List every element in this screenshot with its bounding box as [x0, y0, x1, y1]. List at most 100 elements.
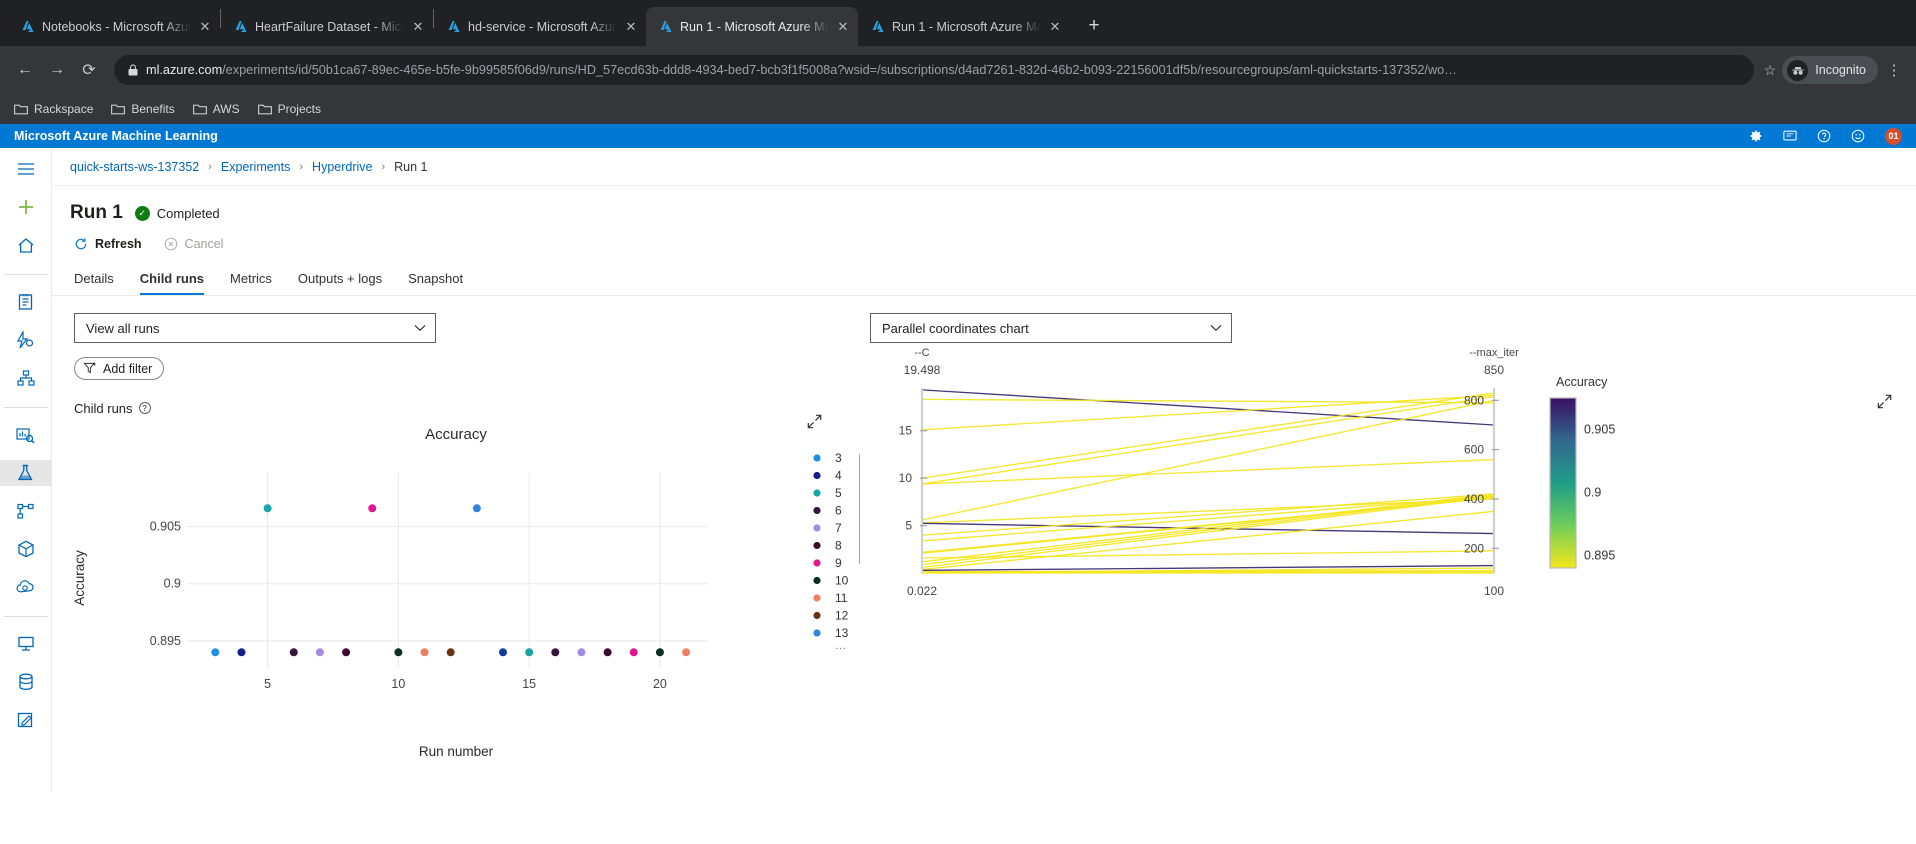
breadcrumb-separator: › — [381, 160, 386, 173]
tab-title: hd-service - Microsoft Azure M — [468, 19, 617, 34]
svg-text:15: 15 — [522, 677, 536, 691]
tab-close-icon[interactable]: ✕ — [411, 19, 425, 35]
azure-header-actions: 01 — [1749, 127, 1902, 145]
svg-text:12: 12 — [835, 608, 849, 622]
status-badge: ✓ Completed — [134, 205, 220, 221]
tab-details[interactable]: Details — [74, 271, 114, 295]
azure-favicon — [448, 21, 460, 32]
automated-ml-icon[interactable] — [0, 327, 52, 353]
cancel-button[interactable]: Cancel — [164, 237, 224, 251]
bookmark-item-2[interactable]: AWS — [192, 102, 240, 116]
tab-child-runs[interactable]: Child runs — [139, 271, 205, 295]
svg-text:0.905: 0.905 — [150, 519, 181, 533]
svg-text:20: 20 — [653, 677, 667, 691]
svg-text:0.895: 0.895 — [1584, 548, 1615, 562]
incognito-indicator[interactable]: Incognito — [1782, 56, 1878, 84]
browser-tab-2[interactable]: hd-service - Microsoft Azure M ✕ — [434, 7, 646, 46]
svg-text:400: 400 — [1464, 492, 1484, 506]
compute-monitor-icon[interactable] — [0, 631, 52, 657]
svg-text:19.498: 19.498 — [904, 363, 941, 377]
tab-snapshot[interactable]: Snapshot — [408, 271, 463, 295]
azure-favicon — [660, 21, 672, 32]
bookmark-item-3[interactable]: Projects — [257, 102, 321, 116]
chart-type-select[interactable]: Parallel coordinates chart — [870, 313, 1232, 343]
add-filter-button[interactable]: Add filter — [74, 357, 165, 380]
tab-close-icon[interactable]: ✕ — [1048, 19, 1062, 35]
bookmark-item-1[interactable]: Benefits — [111, 102, 175, 116]
svg-text:Accuracy: Accuracy — [1556, 375, 1608, 389]
cancel-label: Cancel — [184, 237, 224, 251]
charts-panes: View all runs Add filter Child runs ? Ac… — [52, 296, 1916, 759]
child-runs-section-label: Child runs ? — [74, 401, 860, 416]
help-icon[interactable] — [1817, 129, 1831, 143]
rail-divider — [3, 274, 48, 275]
new-item-plus-icon[interactable] — [0, 194, 52, 220]
svg-text:3: 3 — [835, 451, 842, 465]
new-tab-button[interactable]: + — [1079, 11, 1109, 41]
parallel-coordinates-svg[interactable]: --C 19.498 0.022 15 10 5 --max_iter 850 100 800 60… — [860, 343, 1916, 653]
models-cube-icon[interactable] — [0, 536, 52, 562]
tab-close-icon[interactable]: ✕ — [624, 19, 638, 35]
notebooks-icon[interactable] — [0, 289, 52, 315]
feedback-icon[interactable] — [1783, 129, 1797, 143]
left-pane: View all runs Add filter Child runs ? Ac… — [52, 296, 860, 759]
designer-icon[interactable] — [0, 365, 52, 391]
status-label: Completed — [156, 205, 220, 221]
reload-icon[interactable]: ⟳ — [74, 55, 104, 85]
main-content: quick-starts-ws-137352 › Experiments › H… — [52, 148, 1916, 792]
svg-text:--C: --C — [914, 347, 929, 359]
left-nav-rail — [0, 148, 52, 792]
help-icon[interactable]: ? — [138, 402, 151, 414]
bookmark-label: Benefits — [131, 102, 175, 116]
svg-text:0.9: 0.9 — [1584, 485, 1601, 499]
breadcrumb-hyperdrive[interactable]: Hyperdrive — [312, 160, 372, 174]
datasets-icon[interactable] — [0, 422, 52, 448]
hamburger-menu-icon[interactable] — [0, 156, 52, 182]
svg-text:4: 4 — [835, 468, 842, 482]
svg-text:--max_iter: --max_iter — [1469, 347, 1519, 359]
tab-close-icon[interactable]: ✕ — [198, 19, 212, 35]
svg-text:10: 10 — [391, 677, 405, 691]
parallel-coordinates-chart: --C 19.498 0.022 15 10 5 --max_iter 850 100 800 60… — [860, 343, 1916, 673]
browser-tab-1[interactable]: HeartFailure Dataset - Microso ✕ — [221, 7, 433, 46]
scatter-plot-svg[interactable]: 0.895 0.9 0.905 5 10 15 20 Accuracy 3 4 5 6 7 8 9 10 11 1… — [52, 443, 860, 743]
page-header: Run 1 ✓ Completed — [52, 186, 1916, 224]
status-check-icon: ✓ — [134, 205, 150, 221]
bookmark-item-0[interactable]: Rackspace — [14, 102, 93, 116]
tab-metrics[interactable]: Metrics — [230, 271, 272, 295]
folder-icon — [14, 104, 28, 115]
svg-text:0.9: 0.9 — [164, 576, 181, 590]
tab-outputs-logs[interactable]: Outputs + logs — [298, 271, 382, 295]
url-domain: ml.azure.com — [146, 63, 223, 77]
endpoints-icon[interactable] — [0, 574, 52, 600]
bookmark-star-icon[interactable]: ☆ — [1764, 62, 1777, 79]
forward-icon[interactable]: → — [42, 55, 72, 85]
app-body: quick-starts-ws-137352 › Experiments › H… — [0, 148, 1916, 792]
view-runs-select[interactable]: View all runs — [74, 313, 436, 343]
address-bar[interactable]: ml.azure.com/experiments/id/50b1ca67-89e… — [114, 55, 1754, 85]
home-icon[interactable] — [0, 232, 52, 258]
browser-menu-icon[interactable]: ⋮ — [1882, 61, 1906, 79]
smiley-icon[interactable] — [1851, 129, 1865, 143]
rail-divider — [3, 407, 48, 408]
breadcrumb-workspace[interactable]: quick-starts-ws-137352 — [70, 160, 199, 174]
address-bar-text: ml.azure.com/experiments/id/50b1ca67-89e… — [146, 63, 1742, 77]
svg-text:800: 800 — [1464, 393, 1484, 407]
svg-text:Accuracy: Accuracy — [72, 549, 87, 605]
datastores-database-icon[interactable] — [0, 669, 52, 695]
browser-tab-4[interactable]: Run 1 - Microsoft Azure Machi ✕ — [858, 7, 1070, 46]
browser-tab-0[interactable]: Notebooks - Microsoft Azure M ✕ — [8, 7, 220, 46]
azure-favicon — [22, 21, 34, 32]
svg-text:10: 10 — [899, 471, 913, 485]
back-icon[interactable]: ← — [10, 55, 40, 85]
sidebar-item-experiments[interactable] — [0, 460, 52, 486]
gear-icon[interactable] — [1749, 129, 1763, 143]
pipelines-icon[interactable] — [0, 498, 52, 524]
breadcrumb-experiments[interactable]: Experiments — [221, 160, 290, 174]
svg-text:5: 5 — [835, 486, 842, 500]
tab-close-icon[interactable]: ✕ — [836, 19, 850, 35]
avatar[interactable]: 01 — [1885, 127, 1902, 145]
data-labeling-icon[interactable] — [0, 707, 52, 733]
refresh-button[interactable]: Refresh — [74, 237, 142, 251]
browser-tab-3-active[interactable]: Run 1 - Microsoft Azure Machi ✕ — [646, 7, 858, 46]
